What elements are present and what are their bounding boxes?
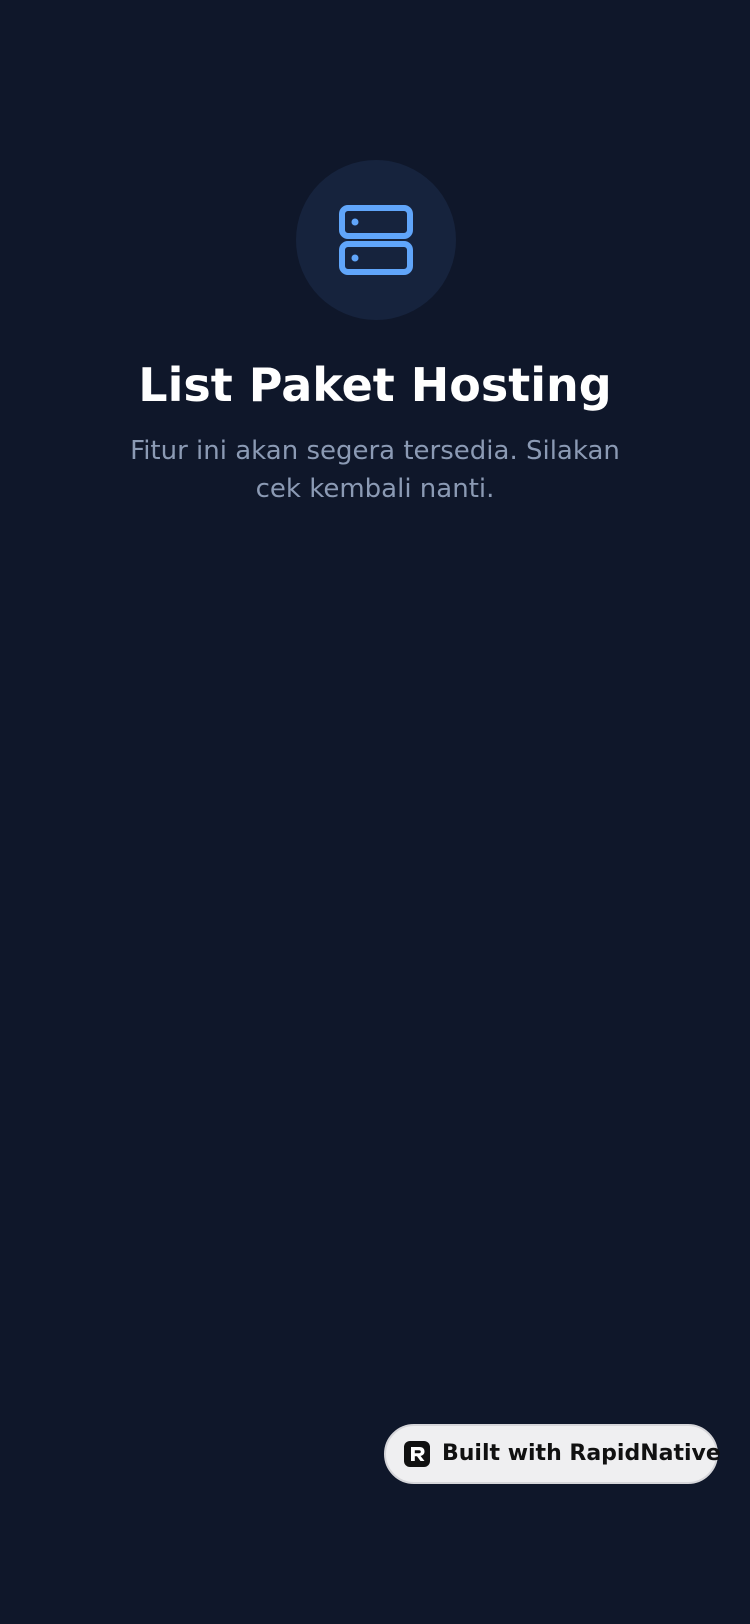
built-with-rapidnative-badge[interactable]: Built with RapidNative bbox=[384, 1424, 721, 1484]
server-icon-container bbox=[296, 160, 456, 320]
badge-label: Built with RapidNative bbox=[442, 1441, 721, 1466]
coming-soon-message: Fitur ini akan segera tersedia. Silakan … bbox=[130, 436, 620, 504]
coming-soon-screen: List Paket Hosting Fitur ini akan segera… bbox=[0, 0, 750, 1624]
server-icon bbox=[339, 205, 413, 275]
rapidnative-logo-icon bbox=[404, 1441, 430, 1467]
page-title: List Paket Hosting bbox=[138, 358, 612, 412]
